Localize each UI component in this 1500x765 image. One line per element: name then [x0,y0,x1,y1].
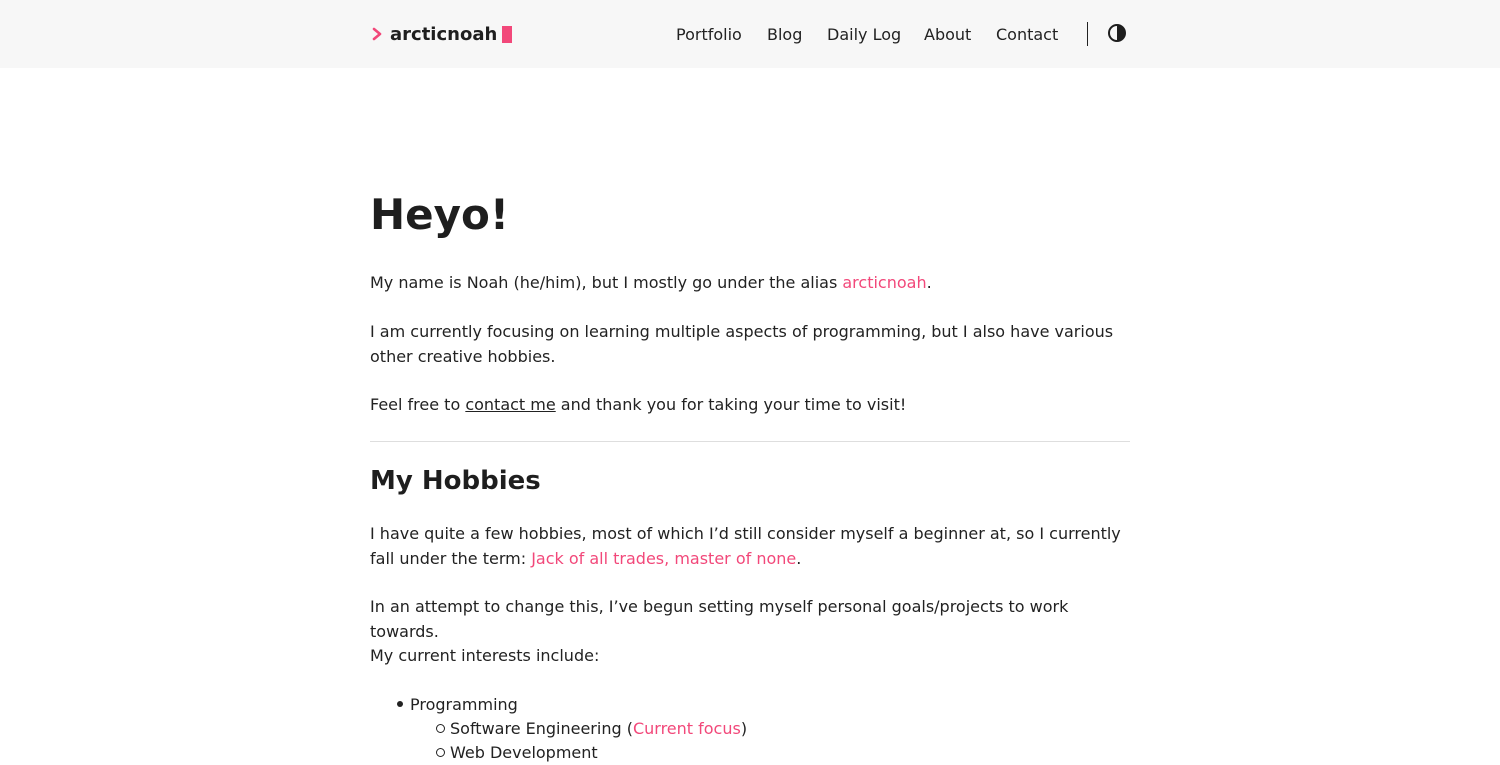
nav-link-about[interactable]: About [924,25,971,44]
intro-paragraph-contact: Feel free to contact me and thank you fo… [370,392,1130,417]
chevron-right-icon [370,20,384,48]
section-divider [370,441,1130,442]
half-circle-contrast-icon [1108,24,1126,42]
hobbies-text: . [796,549,802,568]
intro-text: and thank you for taking your time to vi… [555,395,907,414]
intro-text: . [926,273,932,292]
intro-paragraph-focus: I am currently focusing on learning mult… [370,322,1114,366]
intro-text: Feel free to [370,395,466,414]
page-title: Heyo! [370,190,510,239]
hobbies-paragraph-intro: I have quite a few hobbies, most of whic… [370,521,1130,571]
list-item-programming: Programming [370,692,1130,716]
current-focus-link[interactable]: Current focus [633,719,741,738]
cursor-block-icon [502,25,513,43]
list-item-software-engineering: Software Engineering (Current focus) [370,716,1130,740]
site-name: arcticnoah [390,23,498,45]
top-navigation-bar: arcticnoah Portfolio Blog Daily Log Abou… [0,0,1500,68]
hobbies-paragraph-goals: In an attempt to change this, I’ve begun… [370,597,1069,641]
nav-link-portfolio[interactable]: Portfolio [676,25,742,44]
nav-link-blog[interactable]: Blog [767,25,802,44]
alias-link[interactable]: arcticnoah [842,273,926,292]
list-item-web-development: Web Development [370,740,1130,764]
intro-paragraph-name: My name is Noah (he/him), but I mostly g… [370,270,1130,295]
list-item-text: Software Engineering ( [450,719,633,738]
theme-toggle-button[interactable] [1107,23,1127,43]
hobbies-paragraph-interests: My current interests include: [370,646,600,665]
nav-link-contact[interactable]: Contact [996,25,1058,44]
nav-link-daily-log[interactable]: Daily Log [827,25,901,44]
jack-of-all-trades-link[interactable]: Jack of all trades, master of none [531,549,796,568]
contact-me-link[interactable]: contact me [465,395,555,414]
hobbies-heading: My Hobbies [370,466,541,496]
intro-text: My name is Noah (he/him), but I mostly g… [370,273,843,292]
site-logo[interactable]: arcticnoah [370,20,513,48]
nav-divider [1087,22,1088,46]
interests-list: Programming Software Engineering (Curren… [370,692,1130,764]
list-item-text: ) [740,719,748,738]
